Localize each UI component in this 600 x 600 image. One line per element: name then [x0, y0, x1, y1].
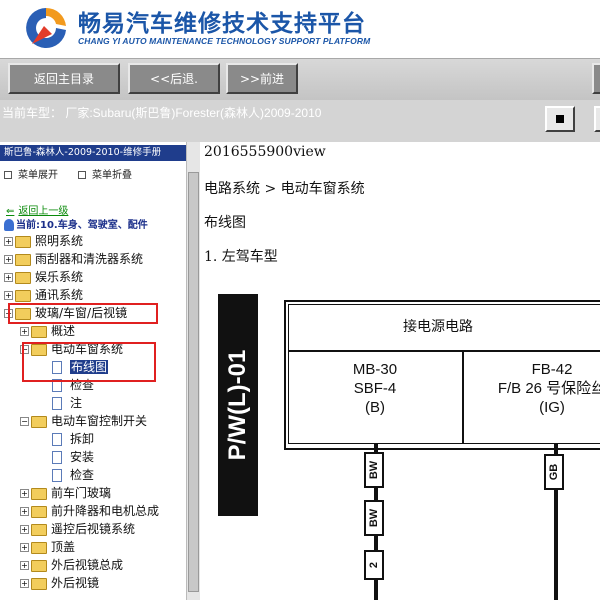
folder-icon — [31, 577, 47, 590]
car-info-bar: 当前车型： 厂家:Subaru(斯巴鲁)Forester(森林人)2009-20… — [0, 100, 600, 142]
subsection-title: 1. 左驾车型 — [204, 249, 278, 265]
connector-fb42: FB-42 F/B 26 号保险丝 (IG) — [497, 361, 600, 416]
home-button[interactable]: 返回主目录 — [8, 63, 120, 94]
back-button[interactable]: <<后退. — [128, 63, 220, 94]
forward-button[interactable]: >>前进 — [226, 63, 298, 94]
power-circuit-title: 接电源电路 — [403, 319, 473, 335]
expand-plus-icon[interactable]: + — [20, 579, 29, 588]
document-icon — [52, 469, 62, 482]
tree-item-remote-mirror-system[interactable]: + 遥控后视镜系统 — [20, 520, 135, 538]
tree-item-power-window-switch[interactable]: − 电动车窗控制开关 — [20, 412, 147, 430]
document-icon — [52, 433, 62, 446]
extra-panel-button[interactable] — [594, 106, 600, 132]
frame-divider — [288, 350, 600, 352]
expand-plus-icon[interactable]: + — [20, 327, 29, 336]
expand-plus-icon[interactable]: + — [20, 507, 29, 516]
brand-title: 畅易汽车维修技术支持平台 — [78, 11, 366, 37]
current-car-model: 当前车型： 厂家:Subaru(斯巴鲁)Forester(森林人)2009-20… — [2, 106, 322, 120]
tree-item-lighting[interactable]: + 照明系统 — [4, 232, 83, 250]
document-id: 2016555900view — [204, 144, 326, 160]
collapse-icon — [78, 171, 86, 179]
back-up-link[interactable]: ⇐ 返回上一级 — [6, 202, 68, 217]
tree-item-outer-mirror-assembly[interactable]: + 外后视镜总成 — [20, 556, 123, 574]
wiring-diagram: P/W(L)-01 接电源电路 MB-30 SBF-4 (B) FB-42 F/… — [218, 294, 600, 600]
sidebar-scrollbar[interactable] — [186, 142, 200, 600]
location-pin-icon — [4, 219, 14, 231]
tree-item-removal[interactable]: 拆卸 — [52, 430, 94, 448]
menu-expand-button[interactable]: 菜单展开 — [4, 166, 58, 181]
document-icon — [52, 397, 62, 410]
content-pane: 2016555900view 电路系统 > 电动车窗系统 布线图 1. 左驾车型… — [202, 142, 600, 600]
folder-icon — [31, 523, 47, 536]
document-icon — [52, 451, 62, 464]
diagram-code-label: P/W(L)-01 — [218, 294, 258, 516]
tree-item-switch-inspection[interactable]: 检查 — [52, 466, 94, 484]
tree-item-outer-mirror[interactable]: + 外后视镜 — [20, 574, 99, 592]
tree-item-overview[interactable]: + 概述 — [20, 322, 75, 340]
tree-item-note[interactable]: 注 — [52, 394, 82, 412]
folder-icon — [15, 289, 31, 302]
expand-plus-icon[interactable]: + — [4, 273, 13, 282]
tree-item-communication[interactable]: + 通讯系统 — [4, 286, 83, 304]
tree-item-front-regulator-motor[interactable]: + 前升降器和电机总成 — [20, 502, 159, 520]
tree-item-front-door-glass[interactable]: + 前车门玻璃 — [20, 484, 111, 502]
highlight-box-wiring — [22, 342, 156, 382]
expand-icon — [4, 171, 12, 179]
folder-icon — [31, 541, 47, 554]
folder-open-icon — [31, 415, 47, 428]
expand-plus-icon[interactable]: + — [4, 291, 13, 300]
folder-icon — [31, 505, 47, 518]
menu-collapse-button[interactable]: 菜单折叠 — [78, 166, 132, 181]
expand-plus-icon[interactable]: + — [20, 525, 29, 534]
expand-plus-icon[interactable]: + — [20, 561, 29, 570]
folder-icon — [31, 559, 47, 572]
wire-tag-bw-lower: BW — [364, 500, 384, 536]
manual-title: 斯巴鲁-森林人-2009-2010-维修手册 — [0, 145, 186, 161]
expand-plus-icon[interactable]: + — [4, 255, 13, 264]
collapse-minus-icon[interactable]: − — [20, 417, 29, 426]
tree-item-entertainment[interactable]: + 娱乐系统 — [4, 268, 83, 286]
folder-icon — [15, 271, 31, 284]
scrollbar-thumb[interactable] — [188, 172, 199, 592]
folder-icon — [15, 235, 31, 248]
wire-tag-gb: GB — [544, 454, 564, 490]
toggle-panel-button[interactable] — [545, 106, 575, 132]
connector-pin: 2 — [364, 550, 384, 580]
tree-item-roof[interactable]: + 顶盖 — [20, 538, 75, 556]
expand-plus-icon[interactable]: + — [4, 237, 13, 246]
wire-tag-bw-upper: BW — [364, 452, 384, 488]
expand-plus-icon[interactable]: + — [20, 489, 29, 498]
toolbar: 返回主目录 <<后退. >>前进 — [0, 58, 600, 100]
folder-icon — [31, 487, 47, 500]
header: 畅易汽车维修技术支持平台 CHANG YI AUTO MAINTENANCE T… — [0, 0, 600, 58]
chang-yi-logo-icon — [26, 7, 66, 48]
highlight-box-glass — [8, 303, 158, 324]
tree-item-installation[interactable]: 安装 — [52, 448, 94, 466]
current-category: 当前:10.车身、驾驶室、配件 — [4, 216, 148, 231]
content-breadcrumb: 电路系统 > 电动车窗系统 — [204, 181, 365, 197]
folder-icon — [15, 253, 31, 266]
folder-icon — [31, 325, 47, 338]
toggle-panel-icon — [556, 115, 564, 123]
frame-column-divider — [462, 352, 464, 444]
toolbar-overflow-button[interactable] — [592, 63, 600, 94]
section-title: 布线图 — [204, 215, 246, 231]
brand-subtitle: CHANG YI AUTO MAINTENANCE TECHNOLOGY SUP… — [78, 36, 371, 46]
expand-plus-icon[interactable]: + — [20, 543, 29, 552]
connector-mb30: MB-30 SBF-4 (B) — [352, 361, 398, 416]
tree-item-wiper[interactable]: + 雨刮器和清洗器系统 — [4, 250, 143, 268]
